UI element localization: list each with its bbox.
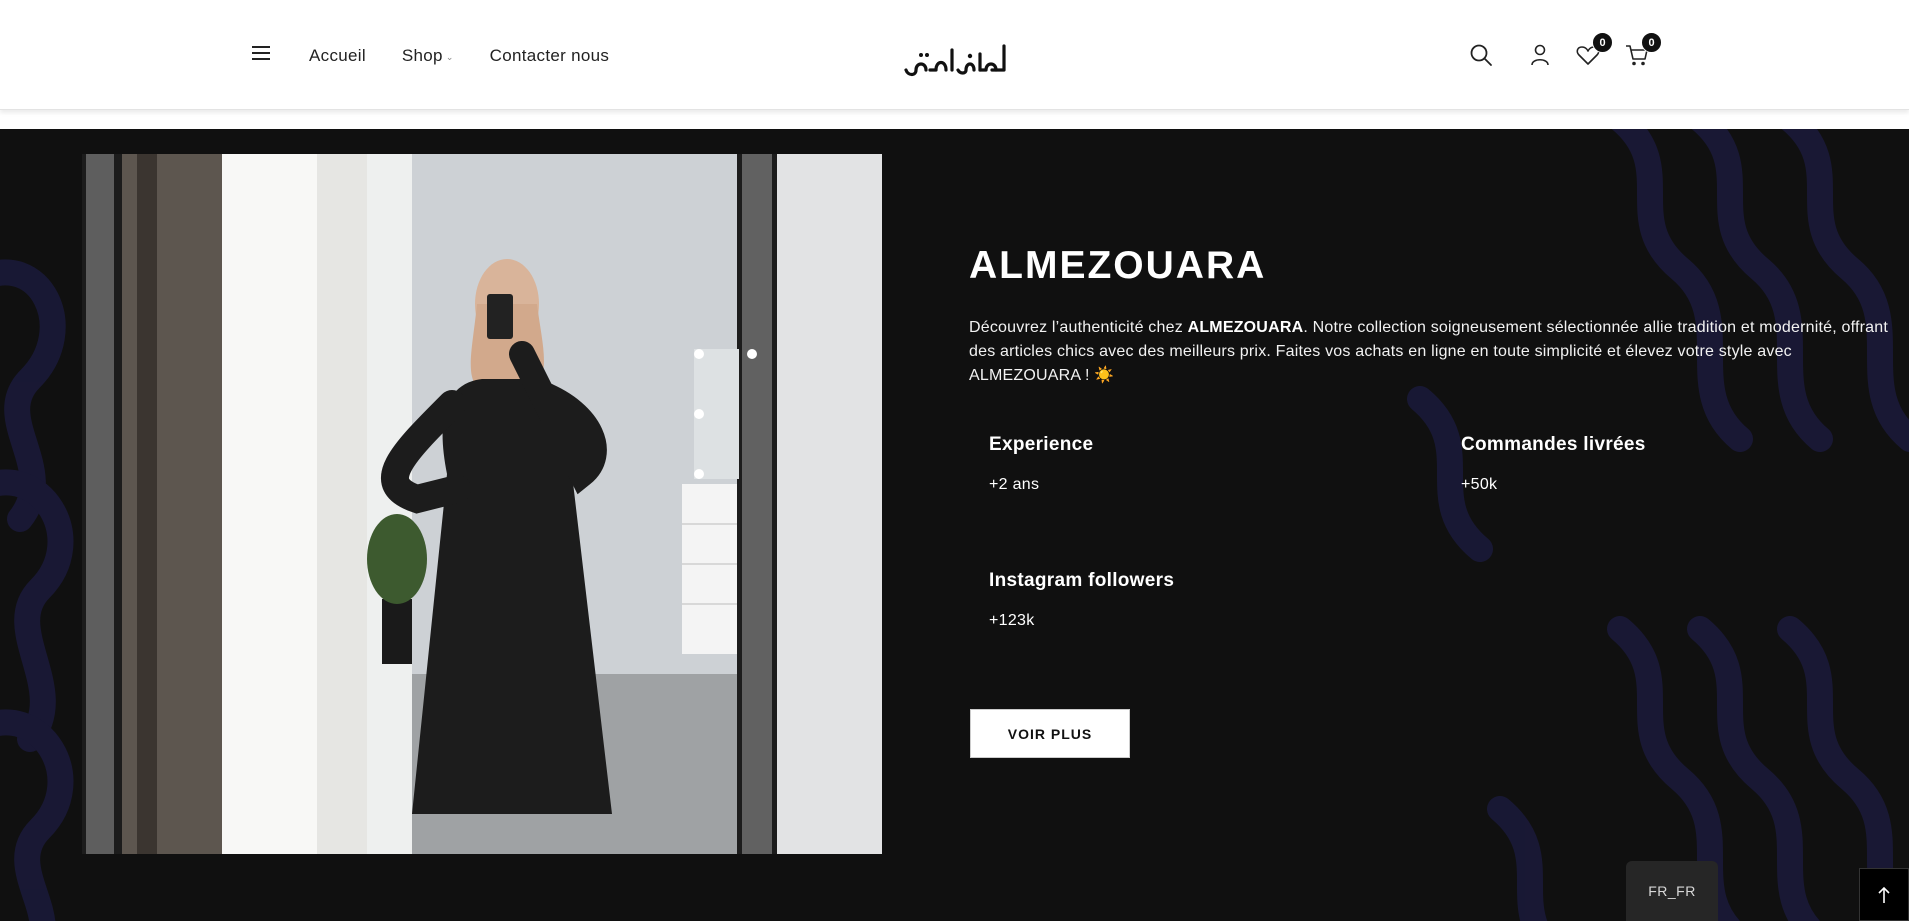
stat-value: +2 ans (989, 476, 1040, 493)
stat-label: Experience (989, 434, 1094, 455)
stat-experience: Experience +2 ans (989, 434, 1093, 494)
wishlist-count-badge: 0 (1592, 32, 1613, 53)
search-icon[interactable] (1468, 42, 1494, 68)
arrow-up-icon (1878, 886, 1890, 903)
cart-count-badge: 0 (1641, 32, 1662, 53)
scroll-to-top-button[interactable] (1859, 868, 1909, 921)
cart-icon[interactable]: 0 (1624, 32, 1662, 68)
description-brand: ALMEZOUARA (1187, 319, 1304, 336)
hamburger-menu-icon[interactable] (252, 46, 270, 60)
nav-label: Accueil (309, 46, 366, 65)
brand-logo[interactable] (900, 40, 1010, 80)
hero-description: Découvrez l’authenticité chez ALMEZOUARA… (969, 316, 1889, 388)
nav-item-accueil[interactable]: Accueil (309, 46, 366, 66)
nav-item-contact[interactable]: Contacter nous (490, 46, 610, 66)
description-text: Découvrez l’authenticité chez (969, 319, 1188, 336)
user-account-icon[interactable] (1527, 42, 1553, 68)
wishlist-icon[interactable]: 0 (1575, 32, 1613, 68)
stat-value: +50k (1461, 476, 1498, 493)
language-switcher[interactable]: FR_FR (1626, 861, 1718, 921)
chevron-down-icon: ⌄ (445, 51, 454, 62)
hero-title: ALMEZOUARA (969, 244, 1267, 287)
hero-photo (82, 154, 882, 854)
nav-label: Contacter nous (489, 46, 610, 65)
stat-orders: Commandes livrées +50k (1461, 434, 1646, 494)
main-nav: Accueil Shop ⌄ Contacter nous (309, 46, 645, 66)
voir-plus-button[interactable]: VOIR PLUS (970, 709, 1130, 758)
about-hero-section: ALMEZOUARA Découvrez l’authenticité chez… (0, 129, 1909, 921)
site-header: Accueil Shop ⌄ Contacter nous 0 0 (0, 0, 1909, 110)
stat-value: +123k (989, 612, 1035, 629)
nav-item-shop[interactable]: Shop ⌄ (402, 46, 454, 66)
stat-label: Instagram followers (989, 570, 1175, 591)
stat-label: Commandes livrées (1461, 434, 1646, 455)
stat-instagram: Instagram followers +123k (989, 570, 1174, 630)
nav-label: Shop (401, 46, 443, 65)
